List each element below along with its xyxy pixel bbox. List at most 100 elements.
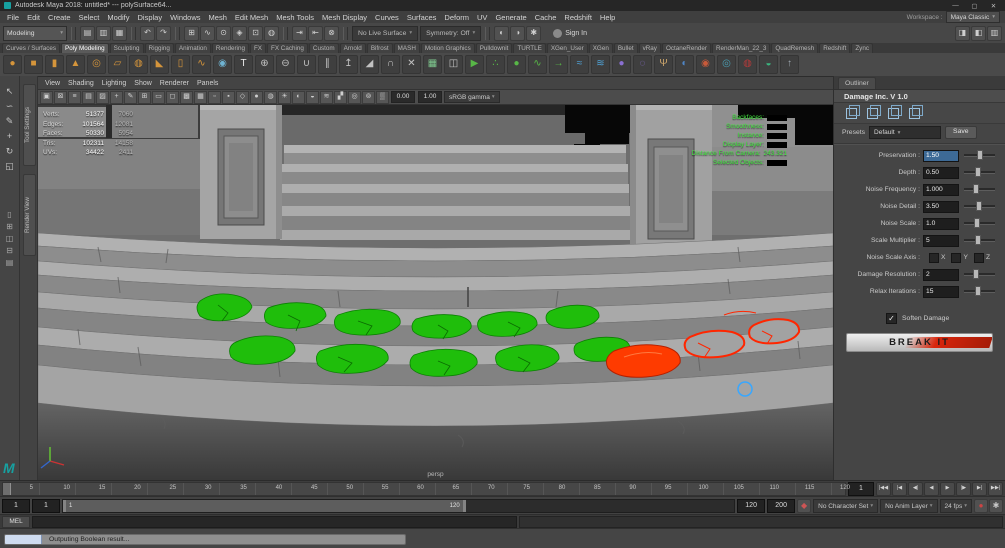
shelf-tab-rigging[interactable]: Rigging	[144, 43, 174, 53]
viewport-menu-show[interactable]: Show	[130, 80, 156, 87]
menu-edit[interactable]: Edit	[23, 13, 44, 22]
make-live-icon[interactable]: ◍	[264, 25, 279, 41]
shelf-tab-pulldownit[interactable]: Pulldownit	[475, 43, 513, 53]
snap-to-grid-icon[interactable]: ⊞	[184, 25, 199, 41]
snap-to-projected-center-icon[interactable]: ◈	[232, 25, 247, 41]
menu-select[interactable]: Select	[75, 13, 104, 22]
param-value-field[interactable]: 15	[923, 285, 959, 298]
shelf-tab-arnold[interactable]: Arnold	[339, 43, 366, 53]
bullet-soft-body-icon[interactable]: ◌	[633, 55, 652, 74]
set-key-icon[interactable]: ◆	[797, 499, 812, 513]
menu-windows[interactable]: Windows	[166, 13, 204, 22]
shelf-tab-mash[interactable]: MASH	[393, 43, 420, 53]
shelf-tab-renderman-22-3[interactable]: RenderMan_22_3	[711, 43, 771, 53]
param-value-field[interactable]: 1.50	[923, 149, 959, 162]
playback-range-bar[interactable]: 1 120	[63, 500, 466, 512]
snap-to-view-plane-icon[interactable]: ⊡	[248, 25, 263, 41]
axis-checkbox[interactable]	[929, 252, 939, 263]
maximize-button[interactable]: ▢	[967, 2, 982, 10]
shelf-tab-turtle[interactable]: TURTLE	[513, 43, 546, 53]
step-back-key-icon[interactable]: ◀|	[908, 482, 923, 496]
range-slider-track[interactable]: 1 120	[62, 499, 736, 513]
shelf-tab-poly-modeling[interactable]: Poly Modeling	[61, 43, 109, 53]
step-forward-frame-icon[interactable]: ▶|	[972, 482, 987, 496]
menu-mesh-display[interactable]: Mesh Display	[318, 13, 371, 22]
isolate-select-icon[interactable]: ⊚	[362, 90, 375, 104]
shelf-tab-animation[interactable]: Animation	[174, 43, 211, 53]
move-tool-icon[interactable]: +	[2, 129, 18, 143]
save-scene-icon[interactable]: ▦	[112, 25, 127, 41]
menu-cache[interactable]: Cache	[531, 13, 561, 22]
param-value-field[interactable]: 0.50	[923, 166, 959, 179]
textured-mode-icon[interactable]: ◍	[264, 90, 277, 104]
param-slider-track[interactable]	[964, 286, 995, 296]
workspace-dropdown[interactable]: Maya Classic	[945, 11, 1000, 23]
select-camera-icon[interactable]: ▣	[40, 90, 53, 104]
rotate-tool-icon[interactable]: ↻	[2, 144, 18, 158]
step-back-frame-icon[interactable]: |◀	[892, 482, 907, 496]
exposure-field[interactable]: 0.00	[391, 91, 415, 103]
depth-of-field-icon[interactable]: ◎	[348, 90, 361, 104]
bifrost-liquid-icon[interactable]: ≈	[570, 55, 589, 74]
shelf-tab-curves-surfaces[interactable]: Curves / Surfaces	[2, 43, 61, 53]
soften-damage-checkbox[interactable]: ✓	[886, 313, 897, 324]
gate-mask-icon[interactable]: ▩	[180, 90, 193, 104]
side-tab-render-view[interactable]: Render View	[23, 174, 36, 256]
go-to-end-icon[interactable]: ▶▶|	[988, 482, 1003, 496]
quad-draw-icon[interactable]: ▦	[423, 55, 442, 74]
poly-pyramid-icon[interactable]: ◣	[150, 55, 169, 74]
motion-trail-icon[interactable]: →	[549, 55, 568, 74]
tool-settings-toggle-icon[interactable]: ◧	[971, 25, 986, 41]
select-tool-icon[interactable]: ↖	[2, 84, 18, 98]
poly-cylinder-icon[interactable]: ▮	[45, 55, 64, 74]
live-surface-dropdown[interactable]: No Live Surface	[352, 25, 419, 41]
menu-display[interactable]: Display	[134, 13, 167, 22]
viewport-menu-view[interactable]: View	[41, 80, 64, 87]
shelf-tab-zync[interactable]: Zync	[851, 43, 873, 53]
mash-network-icon[interactable]: ▶	[465, 55, 484, 74]
motion-blur-toggle-icon[interactable]: ≋	[320, 90, 333, 104]
param-value-field[interactable]: 2	[923, 268, 959, 281]
poly-torus-icon[interactable]: ◎	[87, 55, 106, 74]
playback-start-field[interactable]: 1	[32, 499, 60, 513]
resolution-gate-icon[interactable]: ◻	[166, 90, 179, 104]
animation-preferences-icon[interactable]: ✱	[989, 499, 1003, 513]
multi-cut-icon[interactable]: ✕	[402, 55, 421, 74]
param-value-field[interactable]: 5	[923, 234, 959, 247]
viewport-menu-shading[interactable]: Shading	[64, 80, 98, 87]
side-tab-tool-settings[interactable]: Tool Settings	[23, 84, 36, 166]
step-forward-key-icon[interactable]: |▶	[956, 482, 971, 496]
undo-icon[interactable]: ↶	[140, 25, 155, 41]
param-value-field[interactable]: 3.50	[923, 200, 959, 213]
param-slider-handle[interactable]	[973, 184, 980, 194]
auto-keyframe-icon[interactable]: ●	[974, 499, 988, 513]
poly-pipe-icon[interactable]: ▯	[171, 55, 190, 74]
viewport-menu-lighting[interactable]: Lighting	[98, 80, 131, 87]
paint-select-tool-icon[interactable]: ✎	[2, 114, 18, 128]
shaded-mode-icon[interactable]: ●	[250, 90, 263, 104]
play-backwards-icon[interactable]: ◀	[924, 482, 939, 496]
bookmarks-icon[interactable]: ▤	[82, 90, 95, 104]
animation-start-field[interactable]: 1	[2, 499, 30, 513]
param-slider-handle[interactable]	[974, 235, 981, 245]
shelf-tab-fx-caching[interactable]: FX Caching	[267, 43, 308, 53]
shelf-tab-sculpting[interactable]: Sculpting	[109, 43, 144, 53]
bevel-icon[interactable]: ◢	[360, 55, 379, 74]
snap-to-point-icon[interactable]: ⊙	[216, 25, 231, 41]
param-value-field[interactable]: 1.0	[923, 217, 959, 230]
output-connections-icon[interactable]: ⇤	[308, 25, 323, 41]
symmetry-dropdown[interactable]: Symmetry: Off	[420, 25, 482, 41]
film-gate-icon[interactable]: ▭	[152, 90, 165, 104]
combine-icon[interactable]: ∪	[297, 55, 316, 74]
shelf-tab-redshift[interactable]: Redshift	[819, 43, 851, 53]
command-input[interactable]	[32, 516, 517, 528]
poly-plane-icon[interactable]: ▱	[108, 55, 127, 74]
attribute-editor-toggle-icon[interactable]: ◨	[955, 25, 970, 41]
camera-attributes-icon[interactable]: ≡	[68, 90, 81, 104]
menu-set-dropdown[interactable]: Modeling	[3, 25, 67, 41]
shelf-tab-fx[interactable]: FX	[249, 43, 266, 53]
poly-disc-icon[interactable]: ◍	[129, 55, 148, 74]
tab-outliner[interactable]: Outliner	[838, 77, 876, 89]
lock-camera-icon[interactable]: ⊠	[54, 90, 67, 104]
param-slider-handle[interactable]	[973, 269, 980, 279]
